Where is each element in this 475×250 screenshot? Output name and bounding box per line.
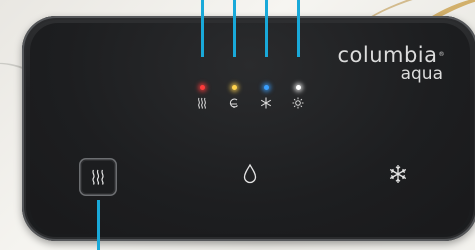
cold-led (263, 85, 269, 90)
ambient-indicator (283, 85, 313, 109)
hot-water-indicator (187, 85, 217, 109)
ambient-led (295, 85, 301, 90)
brand-logo: columbia® aqua (337, 44, 445, 83)
cold-indicator (251, 85, 281, 109)
hot-led (199, 85, 205, 90)
callout-line-hot-button (97, 200, 100, 250)
brand-sub: aqua (400, 64, 443, 84)
callout-line-eco-indicator (233, 0, 236, 57)
callout-line-cold-indicator (265, 0, 268, 57)
callout-line-ambient-indicator (297, 0, 300, 57)
eco-led (231, 85, 237, 90)
heat-waves-icon (198, 97, 206, 109)
hot-water-button[interactable] (79, 158, 117, 196)
callout-line-hot-indicator (201, 0, 204, 57)
heat-waves-icon (92, 169, 104, 185)
ambient-water-button[interactable] (230, 154, 270, 194)
sun-icon (292, 97, 304, 109)
asterisk-cold-icon (260, 97, 272, 109)
water-drop-icon (243, 163, 257, 184)
eco-leaf-icon (229, 98, 238, 108)
cold-water-button[interactable] (378, 154, 418, 194)
registered-mark: ® (438, 51, 445, 58)
eco-indicator (219, 85, 249, 109)
snowflake-icon (389, 165, 407, 183)
